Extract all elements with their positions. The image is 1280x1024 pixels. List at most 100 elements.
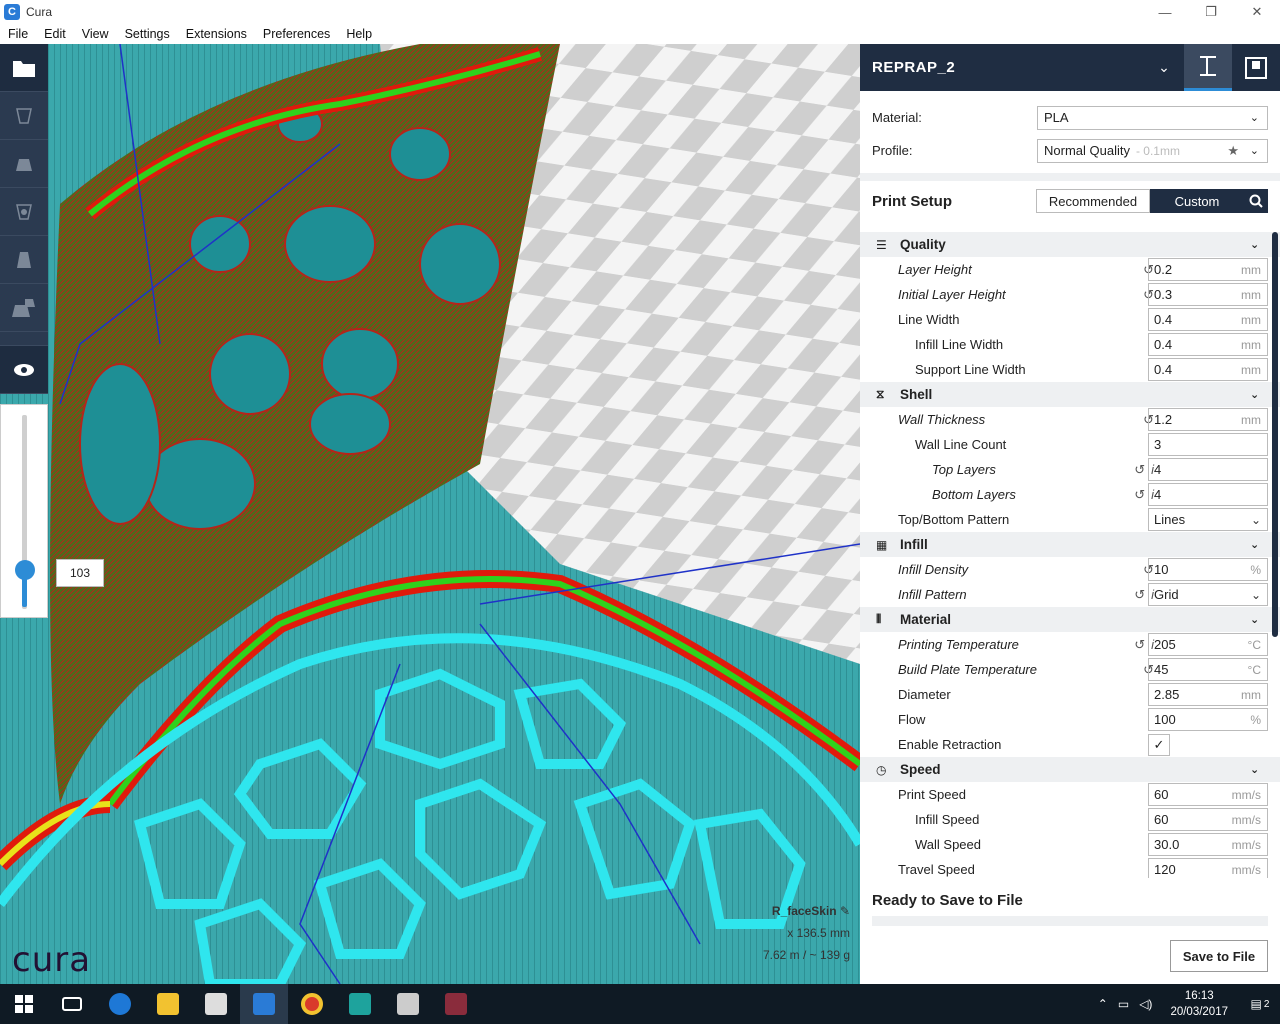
setting-unit: mm/s xyxy=(1231,787,1261,802)
chevron-down-icon: ⌄ xyxy=(1250,587,1261,602)
setting-input[interactable]: 3 xyxy=(1148,433,1268,456)
setting-input[interactable]: 2.85 mm xyxy=(1148,683,1268,706)
rotate-tool-button[interactable] xyxy=(0,188,48,236)
reset-icon[interactable]: ↺ xyxy=(1134,487,1145,503)
layer-slider-handle[interactable] xyxy=(15,560,35,581)
category-label: Quality xyxy=(900,237,946,252)
setting-dropdown[interactable]: Lines ⌄ xyxy=(1148,508,1268,531)
app2-taskbar-button[interactable] xyxy=(384,984,432,1024)
explorer-taskbar-button[interactable] xyxy=(144,984,192,1024)
category-quality[interactable]: ☰ Quality ⌄ xyxy=(860,232,1280,257)
setting-label: Wall Thickness xyxy=(898,412,986,427)
setting-input[interactable]: 0.4 mm xyxy=(1148,358,1268,381)
scale-tool-button[interactable] xyxy=(0,140,48,188)
setting-value: 10 xyxy=(1154,562,1169,577)
prepare-mode-button[interactable] xyxy=(1184,44,1232,91)
printer-chevron-icon[interactable]: ⌄ xyxy=(1144,59,1184,76)
volume-icon[interactable]: ◁) xyxy=(1139,997,1152,1011)
notification-center-button[interactable]: ▤ 2 xyxy=(1240,997,1280,1011)
menu-view[interactable]: View xyxy=(74,27,117,41)
chrome-taskbar-button[interactable] xyxy=(288,984,336,1024)
settings-scrollbar[interactable] xyxy=(1272,232,1278,637)
setting-input[interactable]: 0.4 mm xyxy=(1148,333,1268,356)
system-tray: ⌃ ▭ ◁) 16:13 20/03/2017 ▤ 2 xyxy=(1098,984,1280,1024)
monitor-mode-button[interactable] xyxy=(1232,44,1280,91)
setting-row: Line Width 0.4 mm xyxy=(860,307,1280,332)
setting-input[interactable]: 0.4 mm xyxy=(1148,308,1268,331)
menu-edit[interactable]: Edit xyxy=(36,27,74,41)
edge-taskbar-button[interactable] xyxy=(96,984,144,1024)
setting-input[interactable]: 205 °C xyxy=(1148,633,1268,656)
setting-unit: mm xyxy=(1241,362,1261,377)
setting-input[interactable]: 60 mm/s xyxy=(1148,808,1268,831)
view-mode-button[interactable] xyxy=(0,346,48,394)
tab-custom[interactable]: Custom xyxy=(1150,189,1244,213)
setting-input[interactable]: 10% xyxy=(1148,558,1268,581)
layer-number-input[interactable]: 103 xyxy=(56,559,104,587)
setting-row: Support Line Width 0.4 mm xyxy=(860,357,1280,382)
setting-input[interactable]: 45 °C xyxy=(1148,658,1268,681)
per-model-settings-button[interactable] xyxy=(0,284,48,332)
close-button[interactable]: ✕ xyxy=(1234,0,1280,24)
tab-recommended[interactable]: Recommended xyxy=(1036,189,1150,213)
category-shell[interactable]: ⧖ Shell ⌄ xyxy=(860,382,1280,407)
menu-file[interactable]: File xyxy=(0,27,36,41)
setting-input[interactable]: 60 mm/s xyxy=(1148,783,1268,806)
chevron-down-icon[interactable]: ⌄ xyxy=(1250,763,1280,776)
mirror-tool-button[interactable] xyxy=(0,236,48,284)
menu-extensions[interactable]: Extensions xyxy=(178,27,255,41)
translate-tool-button[interactable] xyxy=(0,92,48,140)
tray-overflow-icon[interactable]: ⌃ xyxy=(1098,997,1108,1011)
toolbar-spacer xyxy=(0,332,48,346)
setting-input[interactable]: 0.2 mm xyxy=(1148,258,1268,281)
menu-help[interactable]: Help xyxy=(338,27,380,41)
setup-mode-tabs: Recommended Custom xyxy=(1036,189,1268,213)
setting-dropdown[interactable]: Grid ⌄ xyxy=(1148,583,1268,606)
setting-value: 2.85 xyxy=(1154,687,1180,702)
job-name[interactable]: R_faceSkin ✎ xyxy=(700,900,850,922)
setting-input[interactable]: 100% xyxy=(1148,708,1268,731)
material-label: Material: xyxy=(872,110,922,125)
reset-icon[interactable]: ↺ xyxy=(1134,637,1145,653)
setting-label: Print Speed xyxy=(898,787,966,802)
clock[interactable]: 16:13 20/03/2017 xyxy=(1170,988,1228,1020)
settings-panel: REPRAP_2 ⌄ Material: PLA ⌄ Profile: Norm… xyxy=(860,44,1280,984)
reset-icon[interactable]: ↺ xyxy=(1134,587,1145,603)
category-infill[interactable]: ▦ Infill ⌄ xyxy=(860,532,1280,557)
reset-icon[interactable]: ↺ xyxy=(1134,462,1145,478)
restore-button[interactable]: ❐ xyxy=(1188,0,1234,24)
setting-row: Enable Retraction ✓ xyxy=(860,732,1280,757)
shell-icon: ⧖ xyxy=(876,387,885,401)
start-button[interactable] xyxy=(0,984,48,1024)
menu-settings[interactable]: Settings xyxy=(117,27,178,41)
setting-input[interactable]: 120 mm/s xyxy=(1148,858,1268,878)
star-icon[interactable]: ★ xyxy=(1227,143,1239,159)
open-file-button[interactable] xyxy=(0,44,48,92)
store-taskbar-button[interactable] xyxy=(192,984,240,1024)
settings-list[interactable]: ☰ Quality ⌄ Layer Height ↺ 0.2 mm Initial Layer… xyxy=(860,232,1280,878)
cura-taskbar-button[interactable] xyxy=(240,984,288,1024)
menu-preferences[interactable]: Preferences xyxy=(255,27,338,41)
material-dropdown[interactable]: PLA ⌄ xyxy=(1037,105,1268,130)
category-label: Material xyxy=(900,612,952,627)
setting-input[interactable]: 4 xyxy=(1148,483,1268,506)
setting-input[interactable]: 30.0 mm/s xyxy=(1148,833,1268,856)
search-icon[interactable] xyxy=(1244,189,1268,213)
category-material[interactable]: ⦀ Material ⌄ xyxy=(860,607,1280,632)
setting-input[interactable]: 1.2 mm xyxy=(1148,408,1268,431)
setting-input[interactable]: 4 xyxy=(1148,458,1268,481)
minimize-button[interactable]: — xyxy=(1142,0,1188,24)
network-icon[interactable]: ▭ xyxy=(1118,997,1129,1011)
category-speed[interactable]: ◷ Speed ⌄ xyxy=(860,757,1280,782)
app-taskbar-button[interactable] xyxy=(336,984,384,1024)
setting-value: 4 xyxy=(1154,487,1162,502)
layer-view-viewport[interactable] xyxy=(0,44,860,984)
app3-taskbar-button[interactable] xyxy=(432,984,480,1024)
setting-checkbox[interactable]: ✓ xyxy=(1148,733,1170,756)
profile-dropdown[interactable]: Normal Quality - 0.1mm ★ ⌄ xyxy=(1037,138,1268,163)
printer-name[interactable]: REPRAP_2 xyxy=(860,59,1144,76)
task-view-button[interactable] xyxy=(48,984,96,1024)
rotate-icon xyxy=(16,203,32,220)
save-to-file-button[interactable]: Save to File xyxy=(1170,940,1268,972)
setting-input[interactable]: 0.3 mm xyxy=(1148,283,1268,306)
